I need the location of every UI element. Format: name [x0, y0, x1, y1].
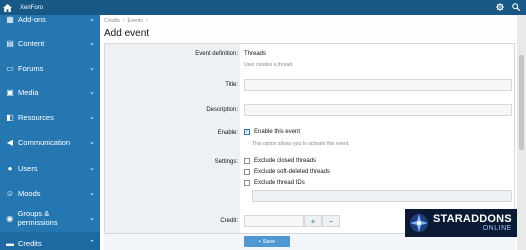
- settings-label: Settings:: [214, 159, 238, 165]
- breadcrumb-item-credits[interactable]: Credits: [104, 18, 120, 24]
- chevron-down-icon: ⌄: [89, 40, 95, 47]
- home-icon[interactable]: [0, 0, 14, 15]
- sidebar-item-label: Add-ons: [18, 15, 46, 24]
- sidebar-item-label: Moods: [18, 188, 41, 198]
- communication-icon: ◀: [6, 137, 14, 147]
- sidebar: ▦ Add-ons ⌄ ▤ Content ⌄ ▭ Forums ⌄ ▣ Med…: [0, 15, 100, 250]
- chevron-down-icon: ⌄: [89, 165, 95, 172]
- users-icon: ●: [7, 163, 13, 173]
- sidebar-item-label: Forums: [18, 63, 44, 73]
- credit-label: Credit:: [220, 218, 238, 224]
- sidebar-item-addons[interactable]: ▦ Add-ons ⌄: [0, 15, 100, 30]
- save-icon: ▪: [258, 238, 261, 245]
- resources-icon: ◧: [6, 112, 14, 122]
- groups-icon: ◉: [6, 213, 14, 223]
- save-button[interactable]: ▪ Save: [244, 236, 290, 247]
- breadcrumb-item-events[interactable]: Events: [128, 18, 143, 24]
- chevron-up-icon: ⌃: [89, 240, 95, 247]
- sidebar-item-label: Credits: [18, 238, 42, 248]
- exclude-thread-ids-row[interactable]: Exclude thread IDs: [244, 180, 305, 186]
- exclude-closed-threads-label: Exclude closed threads: [254, 158, 317, 164]
- watermark-line1: STARADDONS: [433, 212, 512, 225]
- chevron-down-icon: ⌄: [89, 190, 95, 197]
- credits-icon: ▬: [6, 238, 14, 248]
- sidebar-item-moods[interactable]: ☺ Moods ⌄: [0, 182, 100, 204]
- exclude-closed-threads-row[interactable]: Exclude closed threads: [244, 158, 316, 164]
- plus-button[interactable]: +: [304, 215, 322, 227]
- star-logo-icon: [410, 214, 428, 232]
- content-icon: ▤: [6, 38, 14, 48]
- enable-checkbox-row[interactable]: ✓ Enable this event: [244, 129, 300, 135]
- breadcrumb: Credits › Events ›: [104, 18, 147, 24]
- breadcrumb-separator: ›: [145, 18, 148, 24]
- sidebar-item-label: Resources: [18, 112, 54, 122]
- enable-hint: This option allows you to activate this …: [252, 141, 350, 147]
- breadcrumb-separator: ›: [122, 18, 125, 24]
- description-input[interactable]: [244, 104, 512, 116]
- sidebar-item-users[interactable]: ● Users ⌄: [0, 157, 100, 179]
- enable-checkbox[interactable]: ✓: [244, 129, 250, 135]
- sidebar-item-label: Content: [18, 38, 45, 48]
- thread-ids-input[interactable]: [252, 190, 512, 202]
- scrollbar[interactable]: [517, 15, 526, 250]
- title-label: Title:: [225, 82, 238, 88]
- exclude-soft-deleted-label: Exclude soft-deleted threads: [254, 169, 331, 175]
- sidebar-item-content[interactable]: ▤ Content ⌄: [0, 32, 100, 54]
- forums-icon: ▭: [6, 63, 14, 73]
- minus-button[interactable]: −: [322, 215, 340, 227]
- sidebar-item-groups-permissions[interactable]: ◉ Groups & permissions ⌄: [0, 207, 100, 229]
- chevron-down-icon: ⌄: [89, 215, 95, 222]
- exclude-thread-ids-label: Exclude thread IDs: [254, 180, 305, 186]
- settings-icon[interactable]: [496, 2, 504, 13]
- event-definition-label: Event definition:: [195, 51, 238, 57]
- event-definition-hint: User creates a thread.: [244, 62, 294, 68]
- enable-checkbox-label: Enable this event: [254, 129, 301, 135]
- sidebar-item-label: Communication: [18, 137, 71, 147]
- sidebar-item-credits[interactable]: ▬ Credits ⌃: [0, 232, 100, 250]
- exclude-thread-ids-checkbox[interactable]: [244, 180, 250, 186]
- sidebar-item-media[interactable]: ▣ Media ⌄: [0, 81, 100, 103]
- exclude-soft-deleted-checkbox[interactable]: [244, 169, 250, 175]
- scrollbar-thumb[interactable]: [519, 55, 524, 150]
- sidebar-item-label: Media: [18, 87, 39, 97]
- brand-name[interactable]: XenForo: [20, 5, 43, 11]
- sidebar-item-label: Groups & permissions: [17, 209, 58, 227]
- enable-label: Enable:: [217, 130, 238, 136]
- description-label: Description:: [206, 107, 238, 113]
- chevron-down-icon: ⌄: [89, 16, 95, 23]
- top-bar: XenForo: [0, 0, 526, 15]
- sidebar-item-resources[interactable]: ◧ Resources ⌄: [0, 106, 100, 128]
- chevron-down-icon: ⌄: [89, 114, 95, 121]
- title-input[interactable]: [244, 79, 512, 91]
- exclude-closed-threads-checkbox[interactable]: [244, 158, 250, 164]
- sidebar-item-communication[interactable]: ◀ Communication ⌄: [0, 131, 100, 153]
- sidebar-item-forums[interactable]: ▭ Forums ⌄: [0, 57, 100, 79]
- credit-stepper[interactable]: + −: [244, 215, 340, 227]
- event-definition-value: Threads: [244, 51, 267, 57]
- chevron-down-icon: ⌄: [89, 139, 95, 146]
- search-icon[interactable]: [512, 2, 521, 13]
- media-icon: ▣: [6, 87, 14, 97]
- save-button-label: Save: [262, 238, 276, 245]
- page-title: Add event: [104, 28, 150, 39]
- chevron-down-icon: ⌄: [89, 65, 95, 72]
- staraddons-watermark: STARADDONS ONLINE: [405, 209, 517, 237]
- credit-input[interactable]: [244, 215, 304, 227]
- moods-icon: ☺: [5, 188, 15, 198]
- puzzle-icon: ▦: [6, 15, 14, 24]
- watermark-line2: ONLINE: [482, 224, 512, 232]
- chevron-down-icon: ⌄: [89, 89, 95, 96]
- exclude-soft-deleted-row[interactable]: Exclude soft-deleted threads: [244, 169, 330, 175]
- sidebar-item-label: Users: [18, 163, 38, 173]
